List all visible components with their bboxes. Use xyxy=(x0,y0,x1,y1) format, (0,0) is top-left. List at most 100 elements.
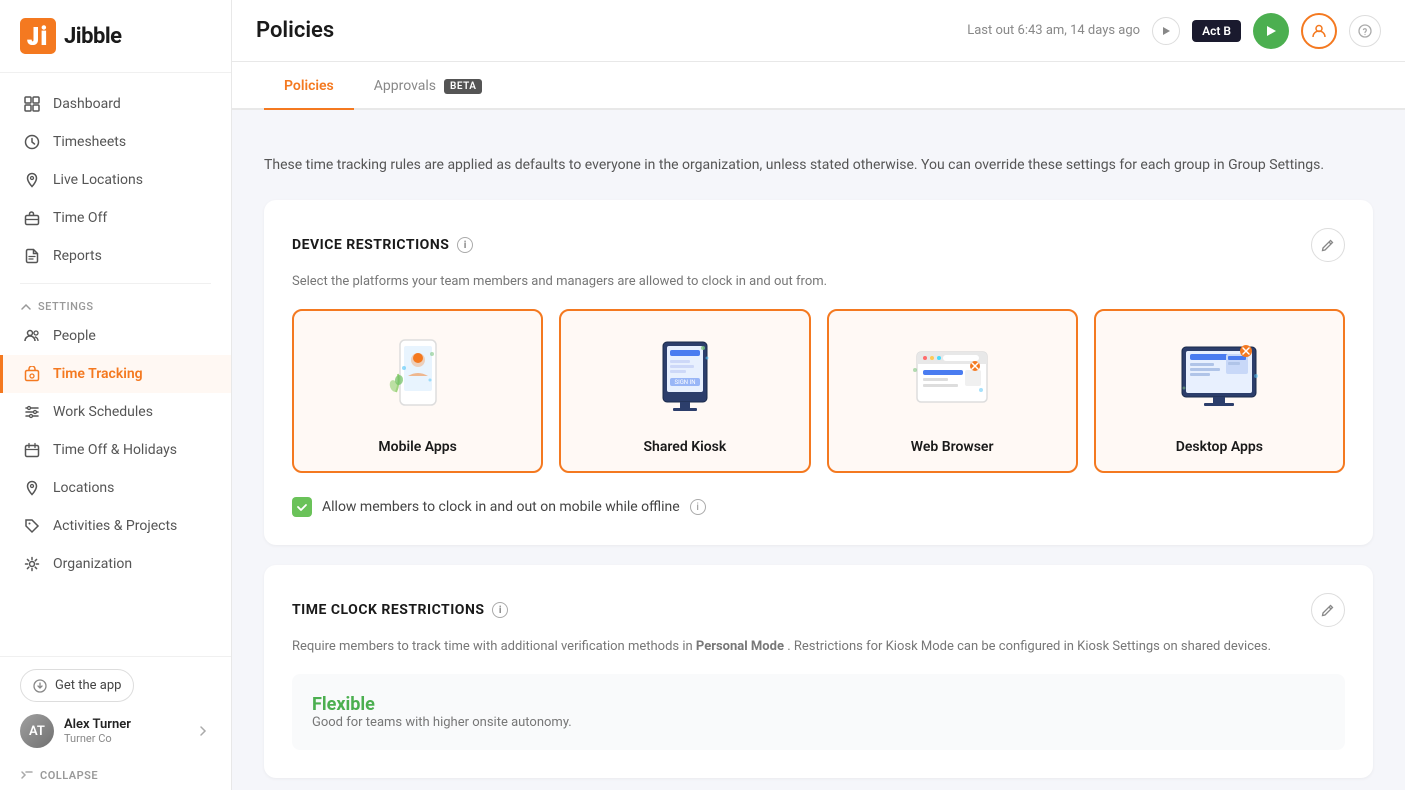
user-company: Turner Co xyxy=(64,732,131,745)
sidebar-item-people[interactable]: People xyxy=(0,317,231,355)
tag-icon xyxy=(23,517,41,535)
user-info: AT Alex Turner Turner Co xyxy=(20,714,131,748)
description-text: These time tracking rules are applied as… xyxy=(264,154,1373,176)
collapse-button[interactable]: COLLAPSE xyxy=(0,760,231,790)
kiosk-svg: SIGN IN xyxy=(645,332,725,422)
topbar-right: Last out 6:43 am, 14 days ago Act B xyxy=(967,13,1381,49)
help-button[interactable] xyxy=(1349,15,1381,47)
sidebar-label-time-off: Time Off xyxy=(53,210,107,226)
sidebar-label-work-schedules: Work Schedules xyxy=(53,404,153,420)
sidebar-item-time-tracking[interactable]: Time Tracking xyxy=(0,355,231,393)
device-card-mobile[interactable]: Mobile Apps xyxy=(292,309,543,473)
gear-icon xyxy=(23,555,41,573)
sidebar-item-reports[interactable]: Reports xyxy=(0,237,231,275)
device-label-web: Web Browser xyxy=(911,439,994,455)
time-off-holidays-icon xyxy=(23,441,41,459)
web-illustration xyxy=(845,327,1060,427)
user-icon xyxy=(1311,23,1327,39)
settings-section[interactable]: Settings xyxy=(0,292,231,317)
tab-policies-label: Policies xyxy=(284,78,334,94)
web-svg xyxy=(907,332,997,422)
checkmark-icon xyxy=(296,501,308,513)
device-restrictions-title-text: DEVICE RESTRICTIONS xyxy=(292,237,449,253)
mobile-illustration xyxy=(310,327,525,427)
device-card-desktop[interactable]: Desktop Apps xyxy=(1094,309,1345,473)
time-tracking-icon xyxy=(23,365,41,383)
jibble-logo-icon xyxy=(20,18,56,54)
sidebar-label-dashboard: Dashboard xyxy=(53,96,121,112)
sidebar-item-locations[interactable]: Locations xyxy=(0,469,231,507)
sidebar-label-live-locations: Live Locations xyxy=(53,172,143,188)
offline-row: Allow members to clock in and out on mob… xyxy=(292,493,1345,517)
content-area: Policies Approvals BETA These time track… xyxy=(232,62,1405,790)
sidebar-item-work-schedules[interactable]: Work Schedules xyxy=(0,393,231,431)
last-out-text: Last out 6:43 am, 14 days ago xyxy=(967,23,1140,38)
pencil-icon xyxy=(1321,238,1335,252)
sidebar-item-organization[interactable]: Organization xyxy=(0,545,231,583)
sidebar-item-dashboard[interactable]: Dashboard xyxy=(0,85,231,123)
user-details: Alex Turner Turner Co xyxy=(64,717,131,745)
sidebar-item-live-locations[interactable]: Live Locations xyxy=(0,161,231,199)
device-label-mobile: Mobile Apps xyxy=(378,439,456,455)
sidebar-label-organization: Organization xyxy=(53,556,132,572)
sliders-icon xyxy=(23,403,41,421)
user-avatar-button[interactable] xyxy=(1301,13,1337,49)
tab-policies[interactable]: Policies xyxy=(264,62,354,110)
sidebar-item-timesheets[interactable]: Timesheets xyxy=(0,123,231,161)
get-app-label: Get the app xyxy=(55,678,121,693)
sidebar-label-time-off-holidays: Time Off & Holidays xyxy=(53,442,177,458)
offline-checkbox[interactable] xyxy=(292,497,312,517)
time-clock-restrictions-card: TIME CLOCK RESTRICTIONS i Require member… xyxy=(264,565,1373,778)
kiosk-illustration: SIGN IN xyxy=(577,327,792,427)
time-clock-desc-bold: Personal Mode xyxy=(696,639,784,654)
time-clock-desc-1: Require members to track time with addit… xyxy=(292,639,693,654)
time-clock-desc-2: . Restrictions for Kiosk Mode can be con… xyxy=(787,639,1271,654)
time-clock-desc: Require members to track time with addit… xyxy=(292,639,1345,654)
device-restrictions-edit-button[interactable] xyxy=(1311,228,1345,262)
sidebar-item-time-off[interactable]: Time Off xyxy=(0,199,231,237)
main-area: Policies Last out 6:43 am, 14 days ago A… xyxy=(232,0,1405,790)
sidebar-item-activities-projects[interactable]: Activities & Projects xyxy=(0,507,231,545)
sidebar-nav: Dashboard Timesheets Live Locations Time… xyxy=(0,73,231,656)
time-clock-edit-button[interactable] xyxy=(1311,593,1345,627)
desktop-illustration xyxy=(1112,327,1327,427)
play-green-icon xyxy=(1264,24,1278,38)
flexible-mode-card: Flexible Good for teams with higher onsi… xyxy=(292,674,1345,750)
sidebar: Jibble Dashboard Timesheets Live Locatio… xyxy=(0,0,232,790)
sidebar-item-time-off-holidays[interactable]: Time Off & Holidays xyxy=(0,431,231,469)
collapse-icon xyxy=(20,768,34,782)
nav-divider xyxy=(20,283,211,284)
briefcase-icon xyxy=(23,209,41,227)
offline-info-icon[interactable]: i xyxy=(690,499,706,515)
topbar: Policies Last out 6:43 am, 14 days ago A… xyxy=(232,0,1405,62)
question-icon xyxy=(1358,24,1372,38)
file-text-icon xyxy=(23,247,41,265)
device-restrictions-desc: Select the platforms your team members a… xyxy=(292,274,1345,289)
device-label-desktop: Desktop Apps xyxy=(1176,439,1263,455)
play-small-button[interactable] xyxy=(1152,17,1180,45)
time-clock-info-icon[interactable]: i xyxy=(492,602,508,618)
play-green-button[interactable] xyxy=(1253,13,1289,49)
flexible-title: Flexible xyxy=(312,694,1325,715)
device-card-kiosk[interactable]: SIGN IN Shared Kiosk xyxy=(559,309,810,473)
play-triangle-icon xyxy=(1161,26,1171,36)
map-pin-icon xyxy=(23,171,41,189)
user-profile-row[interactable]: AT Alex Turner Turner Co xyxy=(20,714,211,748)
chevron-up-icon xyxy=(20,301,32,313)
sidebar-footer: Get the app AT Alex Turner Turner Co xyxy=(0,656,231,760)
device-label-kiosk: Shared Kiosk xyxy=(644,439,727,455)
device-restrictions-title: DEVICE RESTRICTIONS i xyxy=(292,237,473,253)
device-restrictions-header: DEVICE RESTRICTIONS i xyxy=(292,228,1345,262)
tab-approvals[interactable]: Approvals BETA xyxy=(354,62,503,110)
device-grid: Mobile Apps xyxy=(292,309,1345,473)
logo[interactable]: Jibble xyxy=(0,0,231,73)
device-restrictions-info-icon[interactable]: i xyxy=(457,237,473,253)
get-app-button[interactable]: Get the app xyxy=(20,669,134,702)
mobile-svg xyxy=(378,332,458,422)
download-icon xyxy=(33,679,47,693)
settings-label: Settings xyxy=(38,300,94,313)
act-badge[interactable]: Act B xyxy=(1192,20,1241,42)
grid-icon xyxy=(23,95,41,113)
page-title: Policies xyxy=(256,18,334,43)
device-card-web[interactable]: Web Browser xyxy=(827,309,1078,473)
